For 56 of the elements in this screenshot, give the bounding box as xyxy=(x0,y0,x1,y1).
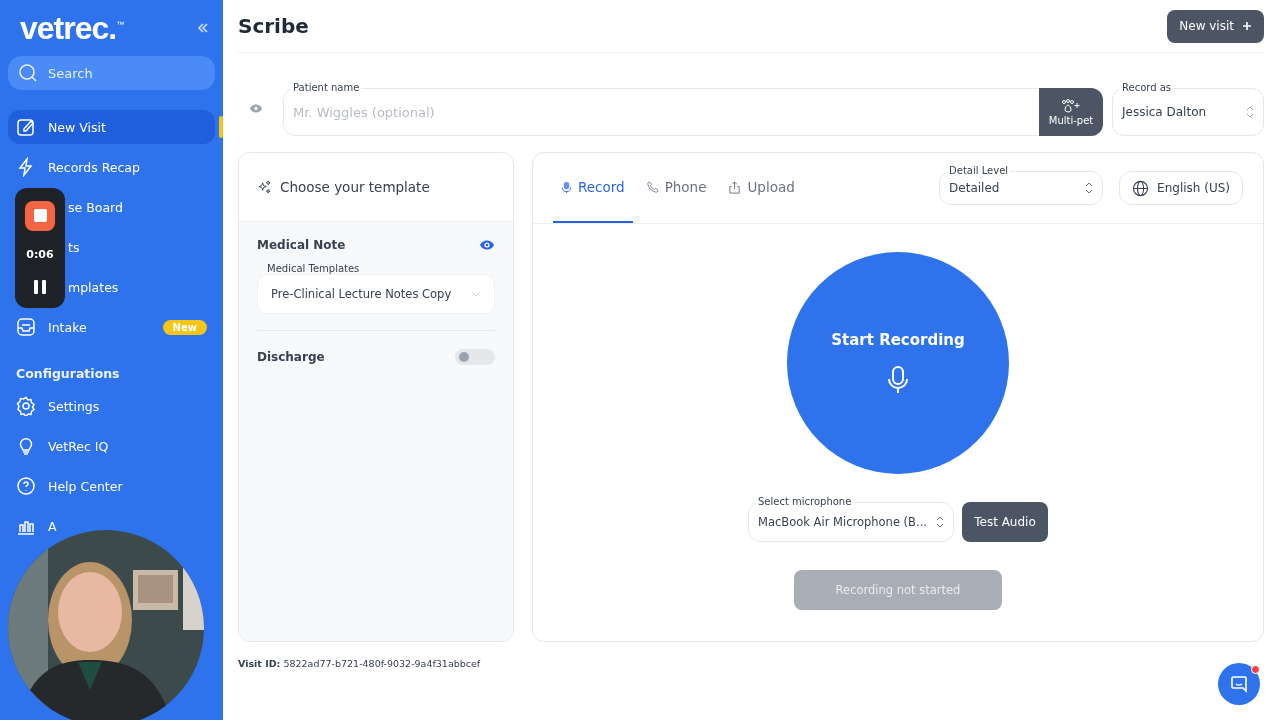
new-visit-button[interactable]: New visit xyxy=(1167,9,1264,43)
help-icon xyxy=(16,476,36,496)
collapse-icon[interactable] xyxy=(197,22,209,34)
search-field[interactable]: Search xyxy=(8,56,215,90)
microphone-icon xyxy=(885,365,911,395)
microphone-select[interactable]: Select microphone MacBook Air Microphone (B... xyxy=(748,495,954,542)
template-name: Medical Note xyxy=(257,238,346,252)
start-recording-button[interactable]: Start Recording xyxy=(787,252,1009,474)
record-as-select[interactable]: Record as Jessica Dalton xyxy=(1112,81,1264,136)
template-select[interactable]: Medical Templates Pre-Clinical Lecture Notes Copy xyxy=(257,262,495,314)
multi-pet-button[interactable]: Multi-pet xyxy=(1039,88,1103,136)
nav-item[interactable]: Records Recap xyxy=(8,150,148,184)
visit-id: Visit ID: 5822ad77-b721-480f-9032-9a4f31abbcef xyxy=(238,658,482,669)
section-heading: Configurations xyxy=(15,365,121,383)
nav-item[interactable]: se Board xyxy=(8,190,131,224)
search-icon xyxy=(18,63,38,83)
card-title: Choose your template xyxy=(280,179,430,195)
globe-icon xyxy=(1132,179,1150,197)
pause-icon[interactable] xyxy=(33,279,47,296)
language-button[interactable]: English (US) xyxy=(1119,171,1243,205)
chat-button[interactable] xyxy=(1218,663,1260,705)
nav-item[interactable]: Settings xyxy=(8,389,108,423)
updown-icon xyxy=(1085,182,1094,194)
updown-icon xyxy=(1246,106,1254,118)
stop-button[interactable] xyxy=(25,200,55,231)
nav-item[interactable]: Help Center xyxy=(8,469,131,503)
nav-item[interactable]: A xyxy=(8,509,65,543)
nav-item[interactable]: Intake New xyxy=(8,310,215,344)
eye-icon[interactable] xyxy=(479,239,495,251)
chevron-down-icon xyxy=(471,291,481,297)
recording-timer: 0:06 xyxy=(26,248,54,262)
microphone-icon xyxy=(561,180,572,194)
vetrec-logo: vetrec.$^{™}$ xyxy=(20,9,124,47)
tab[interactable]: Record xyxy=(553,153,633,223)
new-badge: New xyxy=(162,319,207,335)
paw-icon xyxy=(1060,98,1082,113)
settings-icon xyxy=(16,396,36,416)
tab[interactable]: Upload xyxy=(720,153,803,223)
nav-item[interactable]: VetRec IQ xyxy=(8,429,117,463)
upload-icon xyxy=(728,180,742,194)
sparkle-icon xyxy=(257,179,272,195)
nav-item[interactable]: mplates xyxy=(8,270,127,304)
edit-icon xyxy=(16,117,36,137)
plus-icon xyxy=(1242,21,1252,31)
eye-icon[interactable] xyxy=(249,103,263,114)
toggle-switch[interactable] xyxy=(455,349,495,365)
patient-name-field[interactable]: Patient name Mr. Wiggles (optional) Multi-pet xyxy=(283,81,1102,136)
test-audio-button[interactable]: Test Audio xyxy=(962,502,1048,542)
template-name: Discharge xyxy=(257,350,325,364)
page-title: Scribe xyxy=(238,14,309,38)
detail-level-select[interactable]: Detail Level Detailed xyxy=(939,164,1104,205)
chat-icon xyxy=(1229,674,1249,694)
tray-icon xyxy=(16,317,36,337)
phone-icon xyxy=(646,181,659,193)
tab[interactable]: Phone xyxy=(638,153,715,223)
updown-icon xyxy=(936,516,944,528)
